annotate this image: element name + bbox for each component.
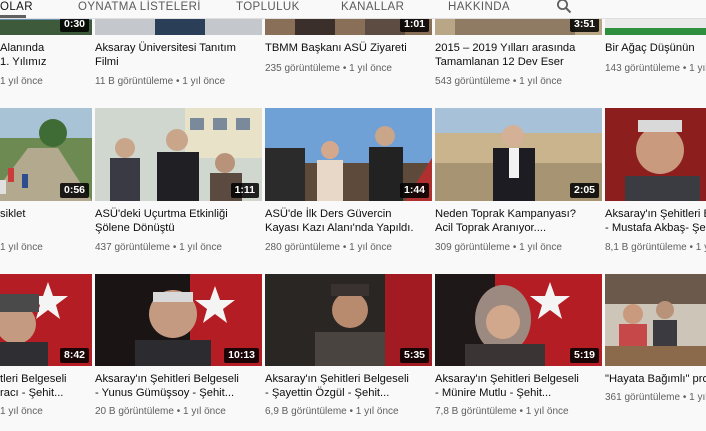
video-meta: 8,1 B görüntüleme • 1 yı <box>605 242 706 253</box>
video-duration: 3:51 <box>569 17 599 32</box>
video-thumbnail[interactable]: 0:56 <box>0 108 92 201</box>
tab-playlists[interactable]: OYNATMA LİSTELERİ <box>78 0 201 14</box>
video-title[interactable]: Aksaray'ın Şehitleri Belgeseli - Münire M… <box>435 372 579 400</box>
video-meta: 280 görüntüleme • 1 yıl önce <box>265 242 392 253</box>
video-meta: 1 yıl önce <box>0 76 43 87</box>
tab-about[interactable]: HAKKINDA <box>448 0 510 14</box>
video-title[interactable]: Bir Ağaç Düşünün <box>605 41 695 55</box>
active-tab-indicator <box>0 15 26 18</box>
video-title[interactable]: TBMM Başkanı ASÜ Ziyareti <box>265 41 407 55</box>
video-duration: 1:11 <box>230 183 259 198</box>
video-title[interactable]: Alanında 1. Yılımız <box>0 41 46 69</box>
video-thumbnail[interactable]: 5:35 <box>265 274 432 366</box>
video-card[interactable]: 5:19 Aksaray'ın Şehitleri Belgeseli - Mün… <box>435 274 603 424</box>
tab-community[interactable]: TOPLULUK <box>236 0 300 14</box>
video-meta: 11 B görüntüleme • 1 yıl önce <box>95 76 226 87</box>
video-card[interactable]: 8:42 tleri Belgeseli racı - Şehit... 1 yı… <box>0 274 92 424</box>
video-meta: 7,8 B görüntüleme • 1 yıl önce <box>435 406 569 417</box>
video-thumbnail[interactable]: 1:11 <box>95 108 262 201</box>
video-duration: 1:44 <box>399 183 429 198</box>
video-meta: 309 görüntüleme • 1 yıl önce <box>435 242 562 253</box>
video-duration: 8:42 <box>59 348 89 363</box>
video-card[interactable]: 1:11 ASÜ'deki Uçurtma Etkinliği Şölene Dö… <box>95 108 263 258</box>
video-meta: 143 görüntüleme • 1 yıl <box>605 63 706 74</box>
video-title[interactable]: Aksaray'ın Şehitleri Belgeseli - Şayettin… <box>265 372 409 400</box>
video-duration: 10:13 <box>224 348 259 363</box>
video-meta: 235 görüntüleme • 1 yıl önce <box>265 63 392 74</box>
video-card[interactable]: Aksaray'ın Şehitleri B- Mustafa Akbaş- Ş… <box>605 108 706 258</box>
video-card[interactable]: 5:35 Aksaray'ın Şehitleri Belgeseli - Şay… <box>265 274 433 424</box>
video-meta: 437 görüntüleme • 1 yıl önce <box>95 242 222 253</box>
video-title[interactable]: tleri Belgeseli racı - Şehit... <box>0 372 67 400</box>
video-thumbnail[interactable]: 1:44 <box>265 108 432 201</box>
video-meta: 361 görüntüleme • 1 yıl <box>605 392 706 403</box>
video-title[interactable]: Neden Toprak Kampanyası? Acil Toprak Aran… <box>435 207 576 235</box>
video-meta: 1 yıl önce <box>0 406 43 417</box>
video-card[interactable]: 1:44 ASÜ'de İlk Ders Güvercin Kayası Kazı… <box>265 108 433 258</box>
video-card[interactable]: 0:56 siklet 1 yıl önce <box>0 108 92 258</box>
video-title[interactable]: Aksaray'ın Şehitleri Belgeseli - Yunus Gü… <box>95 372 239 400</box>
video-thumbnail[interactable]: 2:05 <box>435 108 602 201</box>
video-thumbnail[interactable]: 5:19 <box>435 274 602 366</box>
video-title[interactable]: Aksaray'ın Şehitleri B- Mustafa Akbaş- Ş… <box>605 207 706 235</box>
video-title[interactable]: Aksaray Üniversitesi Tanıtım Filmi <box>95 41 236 69</box>
video-card[interactable]: "Hayata Bağımlı" pro 361 görüntüleme • 1… <box>605 274 706 424</box>
video-meta: 20 B görüntüleme • 1 yıl önce <box>95 406 226 417</box>
video-title[interactable]: ASÜ'deki Uçurtma Etkinliği Şölene Dönüştü <box>95 207 228 235</box>
video-thumbnail[interactable]: 10:13 <box>95 274 262 366</box>
video-title[interactable]: ASÜ'de İlk Ders Güvercin Kayası Kazı Alan… <box>265 207 414 235</box>
video-card[interactable]: 10:13 Aksaray'ın Şehitleri Belgeseli - Yu… <box>95 274 263 424</box>
video-duration: 0:30 <box>59 17 89 32</box>
tab-channels[interactable]: KANALLAR <box>341 0 404 14</box>
video-card[interactable]: 2:05 Neden Toprak Kampanyası? Acil Toprak… <box>435 108 603 258</box>
search-icon[interactable] <box>556 0 572 14</box>
video-thumbnail[interactable] <box>605 108 706 201</box>
video-meta: 6,9 B görüntüleme • 1 yıl önce <box>265 406 399 417</box>
video-thumbnail[interactable] <box>605 274 706 366</box>
video-duration: 5:19 <box>569 348 599 363</box>
tab-videos[interactable]: OLAR <box>0 0 33 14</box>
video-meta: 1 yıl önce <box>0 242 43 253</box>
video-title[interactable]: 2015 – 2019 Yılları arasında Tamamlanan 1… <box>435 41 575 69</box>
video-title[interactable]: "Hayata Bağımlı" pro <box>605 372 706 386</box>
channel-tab-bar: OLAR OYNATMA LİSTELERİ TOPLULUK KANALLAR… <box>0 0 706 19</box>
video-duration: 5:35 <box>399 348 429 363</box>
video-thumbnail[interactable]: 8:42 <box>0 274 92 366</box>
video-duration: 2:05 <box>569 183 599 198</box>
video-title[interactable]: siklet <box>0 207 26 221</box>
video-duration: 1:01 <box>399 17 429 32</box>
video-meta: 543 görüntüleme • 1 yıl önce <box>435 76 562 87</box>
video-duration: 0:56 <box>59 183 89 198</box>
